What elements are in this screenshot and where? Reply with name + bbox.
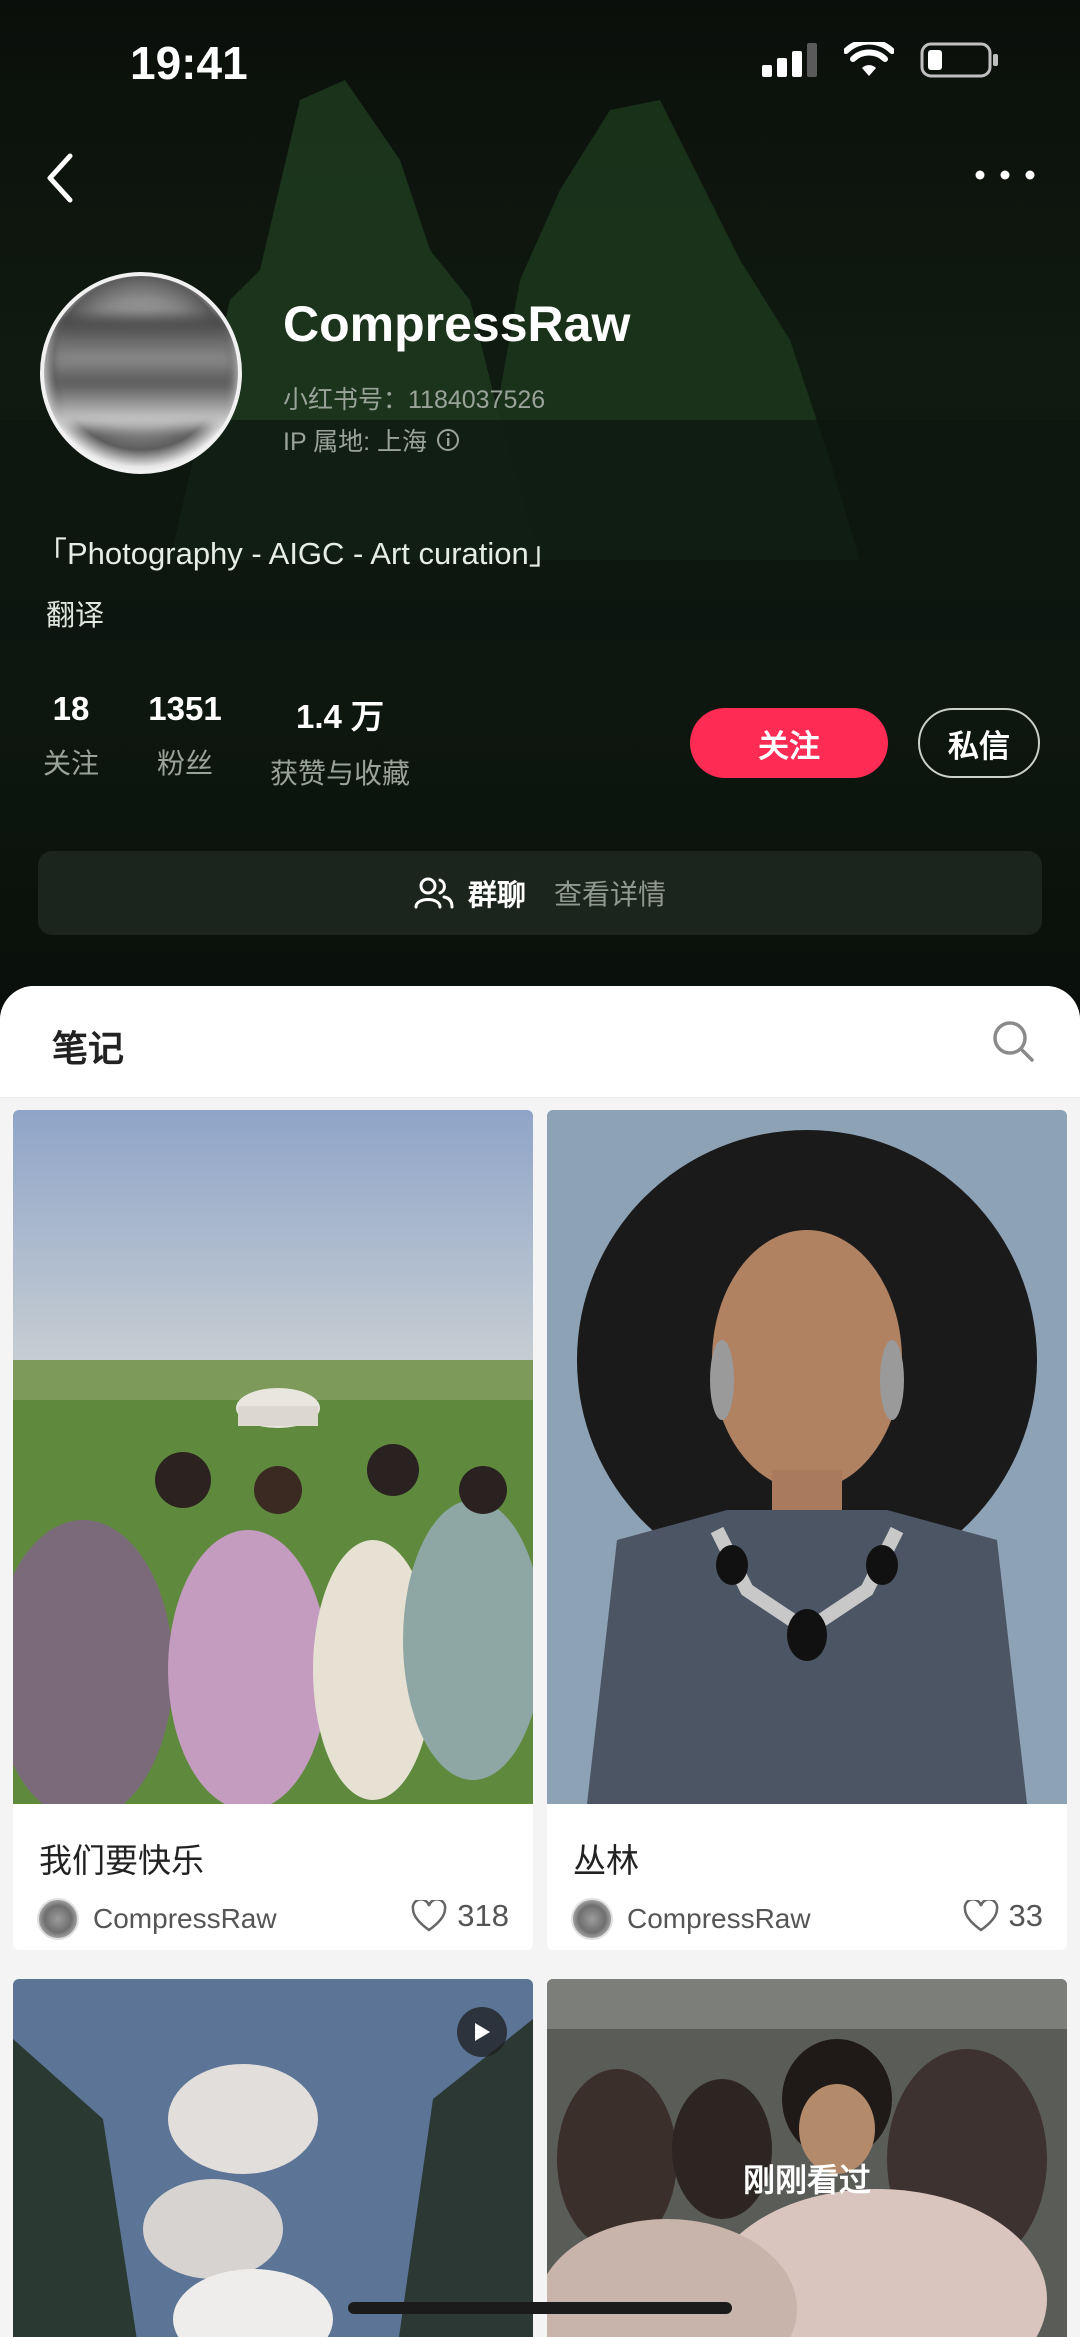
translate-link[interactable]: 翻译	[46, 592, 104, 634]
ip-location: IP 属地: 上海	[283, 422, 461, 458]
status-icons	[762, 42, 1000, 78]
message-button[interactable]: 私信	[918, 708, 1040, 778]
like-count: 318	[457, 1898, 509, 1933]
author-name: CompressRaw	[93, 1903, 277, 1934]
stat-label: 获赞与收藏	[269, 758, 410, 789]
user-id: 小红书号：1184037526	[283, 386, 546, 414]
stat-likes-collects[interactable]: 1.4 万 获赞与收藏	[262, 690, 418, 792]
follow-button[interactable]: 关注	[690, 708, 888, 778]
ip-location-text: IP 属地: 上海	[283, 428, 428, 456]
stat-value: 18	[52, 690, 90, 727]
more-options-icon[interactable]	[970, 160, 1040, 190]
stat-value: 1.4 万	[295, 698, 385, 735]
author-avatar	[37, 1898, 79, 1940]
group-chat-detail: 查看详情	[554, 879, 667, 910]
like-button[interactable]: 33	[963, 1898, 1043, 1934]
back-icon[interactable]	[40, 148, 80, 208]
username: CompressRaw	[283, 296, 631, 352]
profile-header: 19:41 CompressRaw 小红书号：1184037526 IP 属地:…	[0, 0, 1080, 1020]
like-count: 33	[1008, 1898, 1043, 1933]
play-icon	[475, 2023, 490, 2041]
author-avatar	[571, 1898, 613, 1940]
note-cover-image	[13, 1110, 533, 1804]
status-bar: 19:41	[0, 0, 1080, 130]
recently-viewed-label: 刚刚看过	[742, 2162, 871, 2198]
notes-panel: 笔记 我们要快乐 CompressRaw 318 丛林 CompressRaw …	[0, 986, 1080, 2337]
stat-label: 粉丝	[156, 748, 213, 779]
wifi-icon	[844, 42, 894, 76]
battery-icon	[920, 42, 998, 78]
notes-header: 笔记	[0, 986, 1080, 1098]
note-author[interactable]: CompressRaw	[37, 1898, 277, 1940]
group-icon	[414, 877, 454, 909]
author-name: CompressRaw	[627, 1903, 811, 1934]
note-title: 丛林	[573, 1842, 639, 1879]
like-button[interactable]: 318	[411, 1898, 509, 1934]
note-author[interactable]: CompressRaw	[571, 1898, 811, 1940]
stat-label: 关注	[42, 748, 99, 779]
signal-icon	[762, 43, 817, 77]
video-badge	[457, 2007, 507, 2057]
info-icon[interactable]	[435, 427, 461, 453]
status-time: 19:41	[130, 37, 248, 89]
note-card[interactable]: 丛林 CompressRaw 33	[547, 1110, 1067, 1950]
note-title: 我们要快乐	[39, 1842, 204, 1879]
group-chat-title: 群聊	[467, 880, 526, 912]
search-icon[interactable]	[990, 1018, 1036, 1064]
note-cover-image	[547, 1110, 1067, 1804]
bio: 「Photography - AIGC - Art curation」	[36, 536, 560, 571]
stat-followers[interactable]: 1351 粉丝	[140, 690, 230, 782]
group-chat-bar[interactable]: 群聊 查看详情	[38, 851, 1042, 935]
note-card[interactable]: 我们要快乐 CompressRaw 318	[13, 1110, 533, 1950]
stat-following[interactable]: 18 关注	[36, 690, 106, 782]
avatar[interactable]	[40, 272, 242, 474]
tab-notes[interactable]: 笔记	[52, 1020, 124, 1072]
home-indicator	[348, 2302, 732, 2314]
heart-icon	[963, 1900, 998, 1932]
note-card[interactable]	[13, 1979, 533, 2337]
note-card[interactable]: 刚刚看过	[547, 1979, 1067, 2337]
note-cover-image	[13, 1979, 533, 2337]
heart-icon	[411, 1900, 447, 1932]
stat-value: 1351	[148, 690, 222, 727]
